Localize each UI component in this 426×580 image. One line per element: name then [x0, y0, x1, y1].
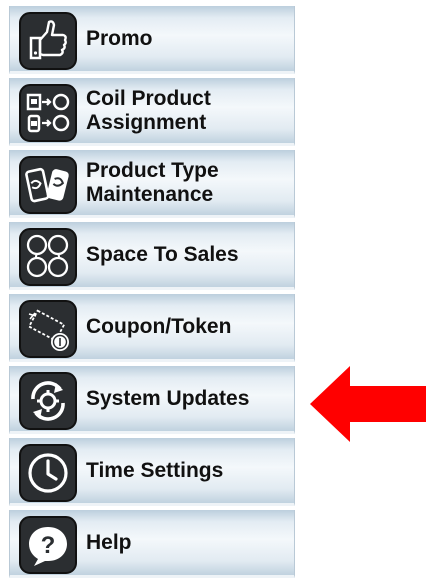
menu-item-label: Time Settings — [86, 458, 224, 482]
menu-item-label: Coupon/Token — [86, 314, 232, 338]
menu-item-label: Coil Product Assignment — [86, 78, 290, 143]
space-to-sales-icon — [19, 228, 77, 286]
menu-item-label: System Updates — [86, 386, 250, 410]
coil-assignment-icon — [19, 84, 77, 142]
menu-item-product-type-maintenance[interactable]: Product Type Maintenance — [9, 150, 295, 218]
settings-menu: Promo Coil Product Assignment Product Ty… — [9, 0, 295, 580]
refresh-gear-icon — [19, 372, 77, 430]
menu-item-label: Space To Sales — [86, 242, 239, 266]
help-question-icon: ? — [19, 516, 77, 574]
label-line-1: Product Type — [86, 158, 219, 182]
menu-item-label: Help — [86, 530, 132, 554]
label-line-2: Maintenance — [86, 182, 214, 206]
clock-icon — [19, 444, 77, 502]
coupon-token-icon — [19, 300, 77, 358]
menu-item-promo[interactable]: Promo — [9, 6, 295, 74]
label-line-2: Assignment — [86, 110, 207, 134]
product-cans-icon — [19, 156, 77, 214]
menu-item-coil-product-assignment[interactable]: Coil Product Assignment — [9, 78, 295, 146]
thumbs-up-icon — [19, 12, 77, 70]
menu-item-time-settings[interactable]: Time Settings — [9, 438, 295, 506]
label-line-1: Coil Product — [86, 86, 211, 110]
svg-text:?: ? — [41, 532, 56, 559]
menu-item-label: Promo — [86, 26, 153, 50]
menu-item-label: Product Type Maintenance — [86, 150, 290, 215]
menu-item-help[interactable]: ? Help — [9, 510, 295, 578]
menu-item-system-updates[interactable]: System Updates — [9, 366, 295, 434]
menu-item-coupon-token[interactable]: Coupon/Token — [9, 294, 295, 362]
red-arrow-left-icon — [310, 366, 426, 442]
menu-item-space-to-sales[interactable]: Space To Sales — [9, 222, 295, 290]
